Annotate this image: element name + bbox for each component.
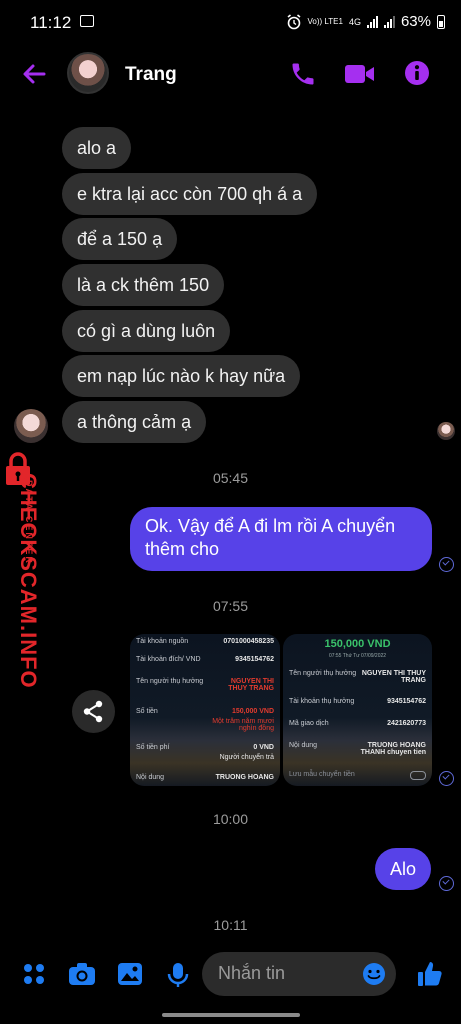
sent-check-icon xyxy=(439,876,454,891)
home-indicator xyxy=(162,1013,300,1017)
back-arrow-icon[interactable] xyxy=(20,60,48,88)
network-type: 4G xyxy=(348,16,361,27)
incoming-message[interactable]: có gì a dùng luôn xyxy=(62,310,231,352)
message-input[interactable] xyxy=(216,962,360,985)
battery-percent: 63% xyxy=(400,13,431,30)
sender-avatar[interactable] xyxy=(14,409,48,443)
receipt-value: NGUYEN THI THUY TRANG xyxy=(361,670,426,684)
receipt-label: Tên người thụ hưởng xyxy=(289,670,357,677)
receipt-label: Tài khoản nguồn xyxy=(136,638,189,645)
timestamp: 05:45 xyxy=(212,470,249,486)
watermark-text: CHECKSCAM.INFO xyxy=(16,473,41,689)
info-icon[interactable] xyxy=(404,60,430,86)
incoming-message[interactable]: em nạp lúc nào k hay nữa xyxy=(62,355,301,397)
volte-label: Vo)) LTE1 xyxy=(307,16,343,26)
apps-grid-icon[interactable] xyxy=(22,962,46,986)
outgoing-message[interactable]: Alo xyxy=(375,848,432,890)
microphone-icon[interactable] xyxy=(167,962,189,988)
receipt-value: TRUONG HOANG xyxy=(215,774,274,781)
gallery-icon[interactable] xyxy=(117,962,143,986)
receipt-label: Nội dung xyxy=(136,774,165,781)
contact-name[interactable]: Trang xyxy=(125,64,177,86)
camera-icon[interactable] xyxy=(68,962,96,986)
timestamp: 10:11 xyxy=(213,917,248,933)
status-bar: 11:12 Vo)) LTE1 4G 63% xyxy=(0,0,461,44)
receipt-label: Số tiền xyxy=(136,708,158,715)
incoming-message[interactable]: alo a xyxy=(62,127,132,169)
sent-check-icon xyxy=(439,771,454,786)
incoming-message[interactable]: e ktra lại acc còn 700 qh á a xyxy=(62,173,318,215)
receipt-value: Người chuyển trả xyxy=(219,754,274,761)
receipt-date: 07:55 Thứ Tư 07/09/2022 xyxy=(328,653,387,659)
timestamp: 10:00 xyxy=(212,811,249,827)
receipt-amount: 150,000 VND xyxy=(324,638,391,650)
emoji-icon[interactable] xyxy=(362,962,386,986)
signal-2-icon xyxy=(383,15,395,28)
receipt-label: Tên người thụ hưởng xyxy=(136,678,204,685)
receipt-value: 9345154762 xyxy=(387,698,426,705)
incoming-message[interactable]: là a ck thêm 150 xyxy=(62,264,225,306)
toggle-switch xyxy=(410,771,426,780)
receipt-value: 0701000458235 xyxy=(223,638,274,645)
receipt-value: 9345154762 xyxy=(235,656,274,663)
receipt-value: TRUONG HOANG THANH chuyen tien xyxy=(360,742,426,756)
transfer-receipt-image[interactable]: Tài khoản nguồn 0701000458235 Tài khoản đ… xyxy=(130,634,280,786)
receipt-value: 2421620773 xyxy=(387,720,426,727)
receipt-label: Tài khoản đích/ VND xyxy=(136,656,201,663)
phone-call-icon[interactable] xyxy=(289,60,317,88)
gallery-notification-icon xyxy=(80,15,94,27)
status-time: 11:12 xyxy=(30,13,72,32)
share-icon xyxy=(83,700,103,723)
receipt-label: Lưu mẫu chuyển tiền xyxy=(289,771,355,778)
signal-1-icon xyxy=(366,15,378,28)
receipt-value: 0 VND xyxy=(253,744,274,751)
incoming-message[interactable]: để a 150 ạ xyxy=(62,218,178,260)
battery-icon xyxy=(437,14,445,29)
receipt-label: Tài khoản thụ hưởng xyxy=(289,698,355,705)
receipt-label: Mã giao dịch xyxy=(289,720,329,727)
contact-avatar[interactable] xyxy=(67,52,109,94)
thumbs-up-icon[interactable] xyxy=(417,960,443,988)
incoming-message[interactable]: a thông cảm ạ xyxy=(62,401,207,443)
alarm-icon xyxy=(287,13,301,29)
receipt-value: Một trăm năm mươi nghìn đồng xyxy=(212,718,274,732)
receipt-label: Nội dung xyxy=(289,742,318,749)
sent-check-icon xyxy=(439,557,454,572)
receipt-label: Số tiền phí xyxy=(136,744,170,751)
video-call-icon[interactable] xyxy=(344,62,376,86)
transfer-receipt-image[interactable]: 150,000 VND 07:55 Thứ Tư 07/09/2022 Tên … xyxy=(283,634,432,786)
status-icons: Vo)) LTE1 4G 63% xyxy=(286,13,445,30)
read-receipt-avatar xyxy=(437,422,455,440)
timestamp: 07:55 xyxy=(212,598,249,614)
receipt-value: NGUYEN THI THUY TRANG xyxy=(228,678,274,692)
share-button[interactable] xyxy=(72,690,115,733)
receipt-value: 150,000 VND xyxy=(231,708,274,715)
message-input-container[interactable] xyxy=(202,952,396,996)
outgoing-message[interactable]: Ok. Vậy để A đi lm rồi A chuyển thêm cho xyxy=(130,507,432,571)
